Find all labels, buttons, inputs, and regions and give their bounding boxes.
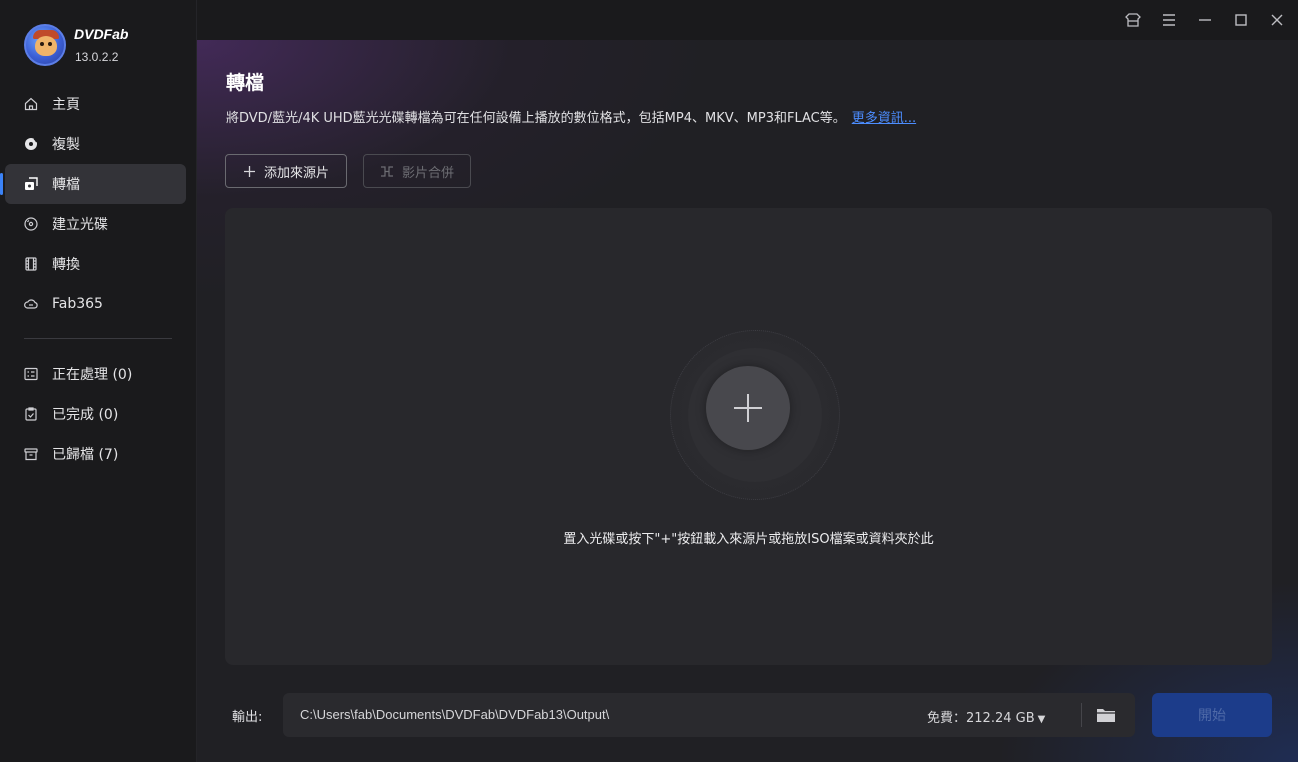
app-version: 13.0.2.2	[75, 50, 119, 64]
more-info-link[interactable]: 更多資訊...	[852, 111, 916, 126]
processing-list-icon	[24, 367, 38, 381]
free-space-label: 免費：	[927, 711, 967, 726]
drop-hint-text: 置入光碟或按下"+"按鈕載入來源片或拖放ISO檔案或資料夾於此	[563, 532, 934, 547]
caret-down-icon: ▼	[1037, 714, 1046, 725]
maximize-icon[interactable]	[1231, 10, 1251, 30]
queue-nav: 正在處理 (0) 已完成 (0) 已歸檔 (7)	[0, 354, 197, 474]
sidebar-item-label: 轉檔	[52, 177, 80, 193]
minimize-icon[interactable]	[1195, 10, 1215, 30]
merge-video-button[interactable]: 影片合併	[363, 154, 471, 188]
sidebar-item-create-disc[interactable]: 建立光碟	[0, 204, 197, 244]
sidebar-item-converter[interactable]: 轉換	[0, 244, 197, 284]
ripper-icon	[25, 177, 38, 190]
app-logo: DVDFab 13.0.2.2	[24, 24, 194, 68]
sidebar-item-label: 已歸檔 (7)	[52, 447, 119, 463]
sidebar-item-ripper[interactable]: 轉檔	[0, 164, 186, 204]
sidebar-item-label: 已完成 (0)	[52, 407, 119, 423]
add-source-label: 添加來源片	[263, 165, 329, 181]
main-nav: 主頁 複製 轉檔 建立光碟 轉換 Fab365	[0, 84, 197, 324]
sidebar-item-archived[interactable]: 已歸檔 (7)	[0, 434, 197, 474]
sidebar: DVDFab 13.0.2.2 主頁 複製 轉檔 建立光碟 轉換 Fab365	[0, 0, 197, 762]
app-name: DVDFab	[74, 26, 129, 42]
drop-zone[interactable]: 置入光碟或按下"+"按鈕載入來源片或拖放ISO檔案或資料夾於此	[225, 208, 1272, 665]
merge-icon	[380, 165, 393, 177]
sidebar-item-label: 建立光碟	[52, 217, 108, 233]
sidebar-item-home[interactable]: 主頁	[0, 84, 197, 124]
free-space-value: 212.24 GB	[966, 711, 1035, 726]
sidebar-item-label: 主頁	[52, 97, 80, 113]
main-panel: 轉檔 將DVD/藍光/4K UHD藍光光碟轉檔為可在任何設備上播放的數位格式，包…	[197, 40, 1298, 762]
copy-disc-icon	[25, 138, 38, 150]
add-source-circle-button[interactable]	[706, 366, 790, 450]
sidebar-item-copy[interactable]: 複製	[0, 124, 197, 164]
completed-clipboard-icon	[25, 407, 37, 421]
free-space-dropdown[interactable]: 免費：212.24 GB ▼	[927, 707, 1045, 726]
add-source-button[interactable]: 添加來源片	[225, 154, 347, 188]
plus-icon	[243, 165, 255, 177]
output-label: 輸出:	[232, 710, 263, 725]
description-text: 將DVD/藍光/4K UHD藍光光碟轉檔為可在任何設備上播放的數位格式，包括MP…	[226, 111, 846, 126]
skin-icon[interactable]	[1123, 10, 1143, 30]
sidebar-item-label: Fab365	[52, 296, 103, 312]
film-icon	[25, 257, 37, 271]
sidebar-item-label: 複製	[52, 137, 80, 153]
output-separator	[1081, 703, 1082, 727]
sidebar-item-fab365[interactable]: Fab365	[0, 284, 197, 324]
merge-video-label: 影片合併	[401, 165, 454, 181]
page-description: 將DVD/藍光/4K UHD藍光光碟轉檔為可在任何設備上播放的數位格式，包括MP…	[226, 107, 916, 126]
cloud-icon	[24, 299, 38, 309]
home-icon	[24, 97, 38, 111]
menu-icon[interactable]	[1159, 10, 1179, 30]
page-title: 轉檔	[226, 72, 265, 94]
sidebar-divider	[24, 338, 172, 339]
sidebar-item-label: 正在處理 (0)	[52, 367, 133, 383]
sidebar-item-processing[interactable]: 正在處理 (0)	[0, 354, 197, 394]
archive-box-icon	[24, 448, 38, 461]
plus-icon	[734, 394, 762, 422]
close-icon[interactable]	[1267, 10, 1287, 30]
output-path-bar[interactable]: C:\Users\fab\Documents\DVDFab\DVDFab13\O…	[283, 693, 1135, 737]
window-titlebar	[197, 0, 1298, 40]
folder-icon[interactable]	[1095, 705, 1117, 725]
start-button[interactable]: 開始	[1152, 693, 1272, 737]
output-path: C:\Users\fab\Documents\DVDFab\DVDFab13\O…	[300, 707, 610, 722]
sidebar-item-completed[interactable]: 已完成 (0)	[0, 394, 197, 434]
create-disc-icon	[24, 217, 38, 231]
dvdfab-mascot-icon	[24, 24, 66, 66]
sidebar-item-label: 轉換	[52, 257, 80, 273]
